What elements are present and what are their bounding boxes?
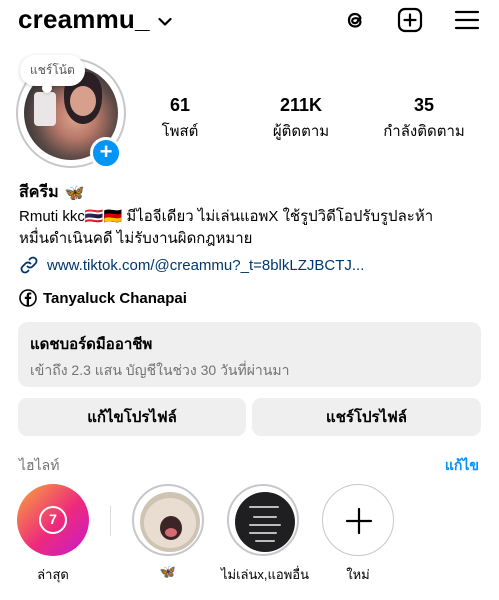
- highlight-label: 🦋: [159, 564, 177, 579]
- stat-posts[interactable]: 61 โพสต์: [156, 95, 204, 143]
- bio-link-text: www.tiktok.com/@creammu?_t=8blkLZJBCTJ..…: [47, 256, 365, 274]
- display-name: สีครีม 🦋: [19, 180, 85, 205]
- new-highlight-circle: [322, 484, 394, 556]
- bio-line-2: หมื่นดำเนินคดี ไม่รับงานผิดกฎหมาย: [19, 230, 253, 247]
- posts-label: โพสต์: [161, 123, 199, 140]
- stat-followers[interactable]: 211K ผู้ติดตาม: [268, 95, 334, 143]
- highlights-edit-link[interactable]: แก้ไข: [445, 455, 479, 477]
- highlight-new[interactable]: ใหม่: [316, 484, 400, 585]
- link-icon: [20, 256, 38, 274]
- top-bar: creammu_: [0, 0, 499, 42]
- facebook-name: Tanyaluck Chanapai: [43, 289, 187, 307]
- following-count: 35: [413, 95, 435, 115]
- highlight-cover-image: [140, 492, 200, 552]
- dashboard-title: แดชบอร์ดมืออาชีพ: [30, 336, 153, 353]
- highlight-no-x[interactable]: ไม่เล่นx,แอพอื่น: [221, 484, 309, 585]
- edit-profile-button[interactable]: แก้ไขโปรไฟล์: [18, 398, 246, 436]
- plus-icon: [345, 507, 373, 535]
- menu-icon[interactable]: [454, 7, 480, 33]
- highlight-cover-image: [235, 492, 295, 552]
- account-switcher[interactable]: creammu_: [18, 4, 172, 35]
- following-label: กำลังติดตาม: [383, 123, 465, 140]
- highlight-ring: [227, 484, 299, 556]
- stat-following[interactable]: 35 กำลังติดตาม: [380, 95, 468, 143]
- bio: Rmuti kkc🇹🇭🇩🇪 มีไอจีเดียว ไม่เล่นแอพX ใช…: [19, 206, 484, 250]
- professional-dashboard[interactable]: แดชบอร์ดมืออาชีพ เข้าถึง 2.3 แสน บัญชีใน…: [18, 322, 481, 387]
- highlight-label: ไม่เล่นx,แอพอื่น: [221, 567, 309, 582]
- followers-label: ผู้ติดตาม: [272, 123, 330, 140]
- highlight-divider: [110, 506, 111, 536]
- highlight-butterfly[interactable]: 🦋: [126, 484, 210, 580]
- bio-line-1: Rmuti kkc🇹🇭🇩🇪 มีไอจีเดียว ไม่เล่นแอพX ใช…: [19, 208, 434, 225]
- new-post-icon[interactable]: [397, 7, 423, 33]
- display-name-text: สีครีม: [19, 184, 59, 201]
- highlight-label: ใหม่: [346, 567, 370, 582]
- dashboard-subtitle: เข้าถึง 2.3 แสน บัญชีในช่วง 30 วันที่ผ่า…: [30, 362, 290, 378]
- chevron-down-icon: [158, 17, 172, 26]
- butterfly-emoji: 🦋: [64, 184, 85, 202]
- highlight-label: ล่าสุด: [37, 567, 69, 582]
- followers-count: 211K: [279, 95, 323, 115]
- highlight-ring: [132, 484, 204, 556]
- add-story-icon[interactable]: +: [90, 137, 122, 169]
- share-profile-button[interactable]: แชร์โปรไฟล์: [252, 398, 481, 436]
- posts-count: 61: [169, 95, 191, 115]
- note-bubble[interactable]: แชร์โน้ต: [20, 55, 85, 93]
- note-text: แชร์โน้ต: [30, 63, 75, 77]
- highlight-latest[interactable]: 7 ล่าสุด: [11, 484, 95, 585]
- latest-icon: 7: [17, 484, 89, 556]
- latest-badge: 7: [39, 506, 67, 534]
- bio-link[interactable]: www.tiktok.com/@creammu?_t=8blkLZJBCTJ..…: [19, 255, 364, 275]
- threads-icon[interactable]: [342, 7, 368, 33]
- highlights-header: ไฮไลท์: [19, 457, 60, 473]
- username: creammu_: [18, 4, 150, 34]
- facebook-icon: [19, 289, 37, 307]
- facebook-link[interactable]: Tanyaluck Chanapai: [19, 289, 187, 307]
